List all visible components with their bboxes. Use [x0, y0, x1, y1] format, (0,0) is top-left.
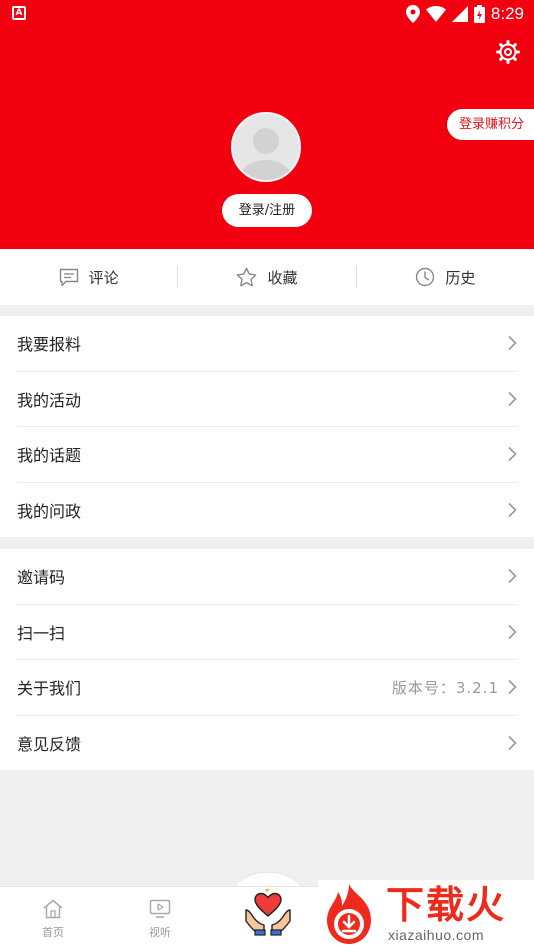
location-icon [405, 5, 420, 23]
default-avatar-icon [233, 114, 299, 180]
menu-item-label: 邀请码 [17, 568, 66, 588]
login-register-button[interactable]: 登录/注册 [222, 194, 312, 227]
menu-item-about[interactable]: 关于我们 版本号：3.2.1 [17, 660, 517, 716]
menu-item-report[interactable]: 我要报料 [17, 316, 517, 372]
watermark: 下载火 xiazaihuo.com [318, 880, 534, 950]
signal-icon [451, 6, 468, 22]
chevron-right-icon [508, 569, 517, 584]
chevron-right-icon [508, 391, 517, 406]
status-icons: 8:29 [405, 3, 524, 25]
nav-home-label: 首页 [42, 926, 64, 939]
battery-icon [473, 5, 485, 23]
menu-item-label: 我的问政 [17, 502, 82, 522]
wifi-icon [425, 6, 446, 22]
menu-item-inquiries[interactable]: 我的问政 [17, 483, 517, 539]
chevron-right-icon [508, 447, 517, 462]
menu-item-label: 关于我们 [17, 679, 82, 699]
status-time: 8:29 [490, 4, 524, 23]
app-notification-icon: A [12, 6, 26, 20]
heart-hands-icon [245, 888, 291, 936]
favorites-button[interactable]: 收藏 [178, 249, 355, 305]
profile-header: A 8:29 登录赚积分 登录/注册 [0, 0, 534, 249]
star-icon [237, 267, 257, 287]
menu-item-label: 我要报料 [17, 335, 82, 355]
menu-item-activities[interactable]: 我的活动 [17, 372, 517, 427]
nav-media[interactable]: 视听 [135, 899, 185, 940]
menu-item-label: 意见反馈 [17, 735, 82, 755]
gear-icon [496, 40, 520, 64]
chevron-right-icon [508, 336, 517, 351]
menu-item-feedback[interactable]: 意见反馈 [17, 716, 517, 772]
history-label: 历史 [445, 268, 476, 287]
menu-item-label: 扫一扫 [17, 623, 66, 643]
comments-button[interactable]: 评论 [0, 249, 177, 305]
menu-group-personal: 我要报料 我的活动 我的话题 我的问政 [0, 316, 534, 537]
nav-home[interactable]: 首页 [28, 899, 78, 940]
clock-icon [416, 267, 435, 287]
watermark-url: xiazaihuo.com [388, 927, 484, 943]
status-bar: A 8:29 [0, 0, 534, 28]
favorites-label: 收藏 [267, 268, 298, 287]
menu-item-scan[interactable]: 扫一扫 [17, 605, 517, 660]
home-icon [43, 899, 63, 919]
video-icon [149, 899, 171, 918]
earn-points-button[interactable]: 登录赚积分 [446, 109, 534, 140]
chevron-right-icon [508, 624, 517, 639]
chevron-right-icon [508, 736, 517, 751]
settings-button[interactable] [496, 40, 520, 64]
menu-item-label: 我的话题 [17, 446, 82, 466]
history-button[interactable]: 历史 [357, 249, 534, 305]
menu-item-invite-code[interactable]: 邀请码 [17, 549, 517, 605]
version-text: 版本号：3.2.1 [391, 678, 499, 697]
menu-group-app: 邀请码 扫一扫 关于我们 版本号：3.2.1 意见反馈 [0, 549, 534, 770]
nav-center-charity[interactable] [243, 886, 293, 938]
quick-actions: 评论 收藏 历史 [0, 249, 534, 305]
nav-media-label: 视听 [149, 926, 171, 939]
avatar[interactable] [231, 112, 301, 182]
chevron-right-icon [508, 680, 517, 695]
menu-item-topics[interactable]: 我的话题 [17, 427, 517, 483]
chevron-right-icon [508, 503, 517, 518]
flame-logo-icon [327, 884, 371, 944]
comments-label: 评论 [88, 268, 119, 287]
menu-item-label: 我的活动 [17, 390, 82, 410]
watermark-title: 下载火 [386, 883, 507, 927]
comment-icon [59, 268, 78, 286]
